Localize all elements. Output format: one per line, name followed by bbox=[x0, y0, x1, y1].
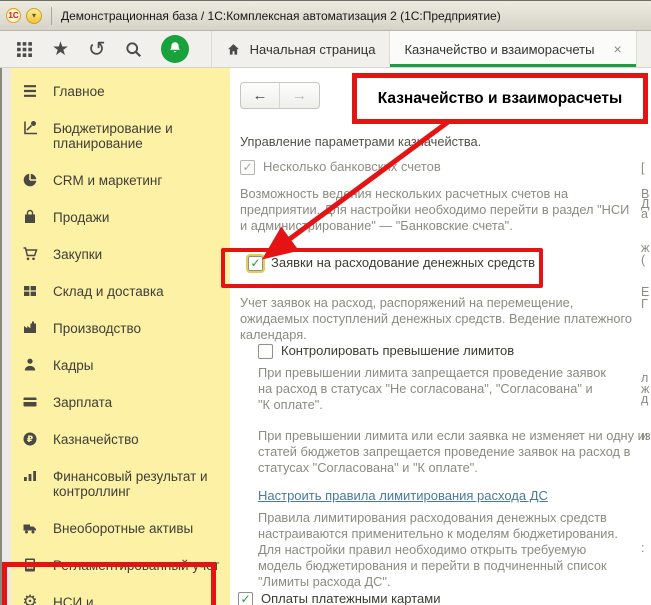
clipped-text-fragment: : bbox=[641, 541, 645, 555]
tab-home[interactable]: Начальная страница bbox=[210, 31, 390, 67]
clipped-text-fragment: Г bbox=[641, 297, 648, 311]
tool-icons: ★ ↺ bbox=[0, 31, 203, 67]
clipped-text-fragment: д bbox=[641, 392, 649, 406]
sidebar-item-sales[interactable]: Продажи bbox=[21, 209, 230, 225]
sidebar-item-purchases[interactable]: Закупки bbox=[21, 246, 230, 262]
checkbox-spending-requests[interactable]: ✓ Заявки на расходование денежных средст… bbox=[246, 253, 535, 273]
limit-rules-link[interactable]: Настроить правила лимитирования расхода … bbox=[258, 488, 548, 503]
limits-description-1: При превышении лимита запрещается провед… bbox=[258, 365, 606, 412]
sidebar-item-assets[interactable]: Внеоборотные активы bbox=[21, 520, 230, 536]
sidebar-item-finresult[interactable]: Финансовый результат и контроллинг bbox=[21, 468, 230, 499]
title-bar: 1С ▾ Демонстрационная база / 1С:Комплекс… bbox=[0, 1, 651, 31]
multi-accounts-description: Возможность ведения нескольких расчетных… bbox=[240, 186, 630, 233]
settings-panel: ← → Управление параметрами казначейства.… bbox=[230, 68, 651, 605]
pie-chart-icon bbox=[21, 172, 39, 188]
forward-button[interactable]: → bbox=[280, 83, 319, 108]
tab-treasury-label: Казначейство и взаиморасчеты bbox=[404, 41, 595, 57]
warehouse-grid-icon bbox=[21, 283, 39, 299]
top-toolbar: ★ ↺ Начальная страница Казначейство и вз… bbox=[0, 31, 651, 68]
card-icon bbox=[21, 394, 39, 410]
gear-icon: ⚙ bbox=[22, 592, 38, 605]
system-menu-button[interactable]: ▾ bbox=[26, 7, 42, 24]
checkbox-checked-disabled[interactable]: ✓ bbox=[240, 159, 255, 175]
notifications-bell-icon[interactable] bbox=[160, 35, 189, 63]
back-button[interactable]: ← bbox=[241, 83, 280, 108]
sections-sidebar: Главное Бюджетирование и планирование CR… bbox=[0, 68, 230, 605]
checkbox-card-payments[interactable]: ✓ Оплаты платежными картами bbox=[238, 591, 440, 605]
truck-icon bbox=[21, 520, 39, 536]
page-description: Управление параметрами казначейства. bbox=[240, 134, 482, 149]
home-icon bbox=[227, 43, 239, 55]
sidebar-item-regulated[interactable]: Регламентированный учет bbox=[21, 557, 230, 573]
bar-chart-icon bbox=[21, 468, 39, 484]
clipped-text-fragment: а bbox=[641, 207, 648, 221]
checkbox-control-limits[interactable]: Контролировать превышение лимитов bbox=[258, 343, 514, 359]
app-window: 1С ▾ Демонстрационная база / 1С:Комплекс… bbox=[0, 0, 651, 605]
checkbox-unchecked[interactable] bbox=[258, 343, 273, 359]
limit-rules-link-row: Настроить правила лимитирования расхода … bbox=[258, 488, 548, 504]
tab-treasury[interactable]: Казначейство и взаиморасчеты × bbox=[389, 31, 637, 67]
sidebar-item-hr[interactable]: Кадры bbox=[21, 357, 230, 373]
checkbox-checked[interactable]: ✓ bbox=[238, 591, 253, 605]
limit-rules-description: Правила лимитирования расходования денеж… bbox=[258, 510, 618, 589]
clipped-text-fragment: ( bbox=[641, 253, 646, 267]
sidebar-item-salary[interactable]: Зарплата bbox=[21, 394, 230, 410]
checkbox-multi-accounts[interactable]: ✓ Несколько банковских счетов bbox=[240, 159, 441, 175]
close-tab-icon[interactable]: × bbox=[613, 41, 621, 57]
clipped-text-fragment: и bbox=[641, 429, 648, 443]
limits-description-2: При превышении лимита или если заявка не… bbox=[258, 428, 651, 475]
sidebar-item-crm[interactable]: CRM и маркетинг bbox=[21, 172, 230, 188]
bag-icon bbox=[21, 209, 39, 225]
titlebar-separator bbox=[51, 6, 52, 25]
favorites-star-icon[interactable]: ★ bbox=[52, 40, 69, 59]
window-title: Демонстрационная база / 1С:Комплексная а… bbox=[61, 8, 501, 23]
sidebar-item-budgeting[interactable]: Бюджетирование и планирование bbox=[21, 120, 230, 151]
hamburger-icon bbox=[21, 83, 39, 99]
checkbox-checked[interactable]: ✓ bbox=[246, 253, 265, 273]
tab-home-label: Начальная страница bbox=[249, 41, 376, 57]
calculator-icon bbox=[21, 557, 39, 573]
factory-icon bbox=[21, 320, 39, 336]
planning-chart-icon bbox=[21, 120, 39, 136]
cart-icon bbox=[21, 246, 39, 262]
sidebar-item-treasury[interactable]: ₽ Казначейство bbox=[21, 431, 230, 447]
sidebar-item-nsi-admin[interactable]: ⚙ НСИ и администрирование bbox=[21, 592, 230, 605]
nav-buttons: ← → bbox=[240, 82, 320, 109]
ruble-circle-icon: ₽ bbox=[21, 431, 39, 447]
menu-grid-icon[interactable] bbox=[16, 41, 33, 58]
person-icon bbox=[21, 357, 39, 373]
history-icon[interactable]: ↺ bbox=[88, 38, 106, 60]
sidebar-item-main[interactable]: Главное bbox=[21, 83, 230, 99]
svg-text:₽: ₽ bbox=[27, 434, 33, 444]
search-icon[interactable] bbox=[125, 41, 142, 58]
clipped-text-fragment: [ bbox=[641, 161, 645, 175]
sidebar-item-production[interactable]: Производство bbox=[21, 320, 230, 336]
spending-requests-description: Учет заявок на расход, распоряжений на п… bbox=[240, 295, 633, 342]
1c-logo-icon: 1С bbox=[6, 8, 21, 23]
sidebar-item-warehouse[interactable]: Склад и доставка bbox=[21, 283, 230, 299]
